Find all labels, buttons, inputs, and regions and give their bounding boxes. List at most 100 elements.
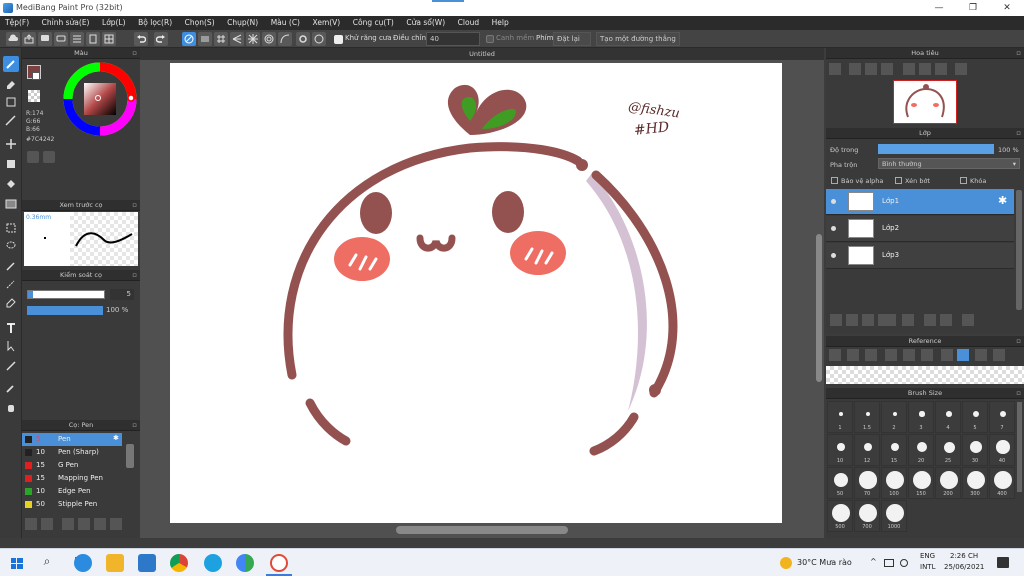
fit-icon[interactable] [865,63,877,75]
eyedropper-icon[interactable] [3,380,19,396]
brush-size-cell[interactable]: 10 [827,434,853,466]
background-swatch[interactable] [32,72,40,80]
layer-row-1[interactable]: Lớp1 ✱ [826,189,1014,215]
color-mixer-icon[interactable] [43,151,55,163]
vertical-scrollbar[interactable] [816,234,822,382]
duplicate-layer-icon[interactable] [924,314,936,326]
brush-size-cell[interactable]: 700 [854,500,880,532]
snap-settings-icon[interactable] [296,32,310,46]
menu-help[interactable]: Help [487,16,514,30]
zoom-in-icon[interactable] [829,63,841,75]
brush-size-cell[interactable]: 500 [827,500,853,532]
grid-icon[interactable] [102,32,116,46]
dot-tool-icon[interactable] [3,112,19,128]
palette-icon[interactable] [27,151,39,163]
zoom-out-icon[interactable] [881,63,893,75]
ref-fit-icon[interactable] [903,349,915,361]
clock-time[interactable]: 2:26 CH [950,552,978,560]
close-button[interactable]: ✕ [990,0,1024,16]
rotate-snap-icon[interactable] [312,32,326,46]
brush-item-mapping-pen[interactable]: 15 Mapping Pen [22,472,122,485]
size-slider[interactable] [27,290,105,299]
move-tool-icon[interactable] [3,136,19,152]
brush-size-cell[interactable]: 300 [962,467,988,499]
menu-layer[interactable]: Lớp(L) [97,16,131,30]
brush-size-cell[interactable]: 25 [935,434,961,466]
menu-view[interactable]: Xem(V) [308,16,346,30]
redo-icon[interactable] [154,32,168,46]
undo-icon[interactable] [134,32,148,46]
new-halftone-layer-icon[interactable] [846,314,858,326]
weather-text[interactable]: 30°C Mưa rào [797,558,852,567]
ref-hand-icon[interactable] [957,349,969,361]
clock-date[interactable]: 25/06/2021 [944,563,984,571]
brush-size-cell[interactable]: 400 [989,467,1015,499]
brush-size-cell[interactable]: 12 [854,434,880,466]
brush-size-cell[interactable]: 1 [827,401,853,433]
brush-size-cell[interactable]: 5 [962,401,988,433]
notification-icon[interactable] [997,557,1009,568]
protect-alpha-checkbox[interactable] [831,177,838,184]
gradient-tool-icon[interactable] [3,196,19,212]
brush-size-cell[interactable]: 40 [989,434,1015,466]
horizontal-scrollbar[interactable] [396,526,568,534]
divide-tool-icon[interactable] [3,358,19,374]
ref-eyedropper-icon[interactable] [941,349,953,361]
menu-tools[interactable]: Công cụ(T) [348,16,399,30]
curve-snap-icon[interactable] [278,32,292,46]
fill-rect-icon[interactable] [3,156,19,172]
eraser-tool-icon[interactable] [3,76,19,92]
cross-snap-icon[interactable] [214,32,228,46]
ref-camera-icon[interactable] [829,349,841,361]
clipping-checkbox[interactable] [895,177,902,184]
brush-size-cell[interactable]: 30 [962,434,988,466]
vanish-snap-icon[interactable] [230,32,244,46]
ref-close-icon[interactable] [865,349,877,361]
layer-scrollbar[interactable] [1016,190,1022,310]
comment-icon[interactable] [38,32,52,46]
brush-item-pen-sharp[interactable]: 10 Pen (Sharp) [22,446,122,459]
file-explorer-icon[interactable] [106,554,124,572]
layer-opacity-slider[interactable] [878,144,994,154]
brush-size-cell[interactable]: 20 [908,434,934,466]
brush-size-cell[interactable]: 1.5 [854,401,880,433]
layer-row-3[interactable]: Lớp3 [826,243,1014,269]
merge-layer-icon[interactable] [940,314,952,326]
new-8bit-layer-icon[interactable] [862,314,874,326]
snap-checkbox[interactable] [486,35,494,43]
brush-size-cell[interactable]: 50 [827,467,853,499]
adjust-select[interactable]: 40 [426,32,480,46]
brush-item-edge-pen[interactable]: 10 Edge Pen [22,485,122,498]
drawing-canvas[interactable]: @fishzu #HD [170,63,782,523]
select-eraser-icon[interactable] [3,294,19,310]
brush-list-scrollbar[interactable] [126,444,134,468]
ref-flip-icon[interactable] [993,349,1005,361]
windows-start-icon[interactable] [8,554,26,572]
restore-button[interactable]: ❐ [956,0,990,16]
skype-icon[interactable] [204,554,222,572]
brush-size-cell[interactable]: 15 [881,434,907,466]
ref-rotate-icon[interactable] [975,349,987,361]
menu-file[interactable]: Tệp(F) [0,16,34,30]
brush-folder-icon[interactable] [78,518,90,530]
ref-zoom-out-icon[interactable] [921,349,933,361]
edge-browser-icon[interactable] [74,554,92,572]
volume-icon[interactable] [900,559,908,567]
hand-tool-icon[interactable] [3,400,19,416]
menu-snap[interactable]: Chụp(N) [222,16,263,30]
operation-tool-icon[interactable] [3,338,19,354]
brush-size-scrollbar[interactable] [1017,402,1022,492]
size-value[interactable]: 5 [110,289,134,300]
rotate-left-icon[interactable] [903,63,915,75]
brush-item-stipple-pen[interactable]: 50 Stipple Pen [22,498,122,511]
create-line-button[interactable]: Tạo một đường thẳng [596,32,680,46]
reset-button[interactable]: Đặt lại [553,32,591,46]
page-icon[interactable] [86,32,100,46]
menu-select[interactable]: Chọn(S) [180,16,220,30]
layer-row-2[interactable]: Lớp2 [826,216,1014,242]
brush-size-cell[interactable]: 4 [935,401,961,433]
cloud-icon[interactable] [6,32,20,46]
brush-item-pen[interactable]: 5 Pen ✱ [22,433,122,446]
document-tab[interactable]: Untitled [140,48,824,60]
add-brush-icon[interactable] [25,518,37,530]
